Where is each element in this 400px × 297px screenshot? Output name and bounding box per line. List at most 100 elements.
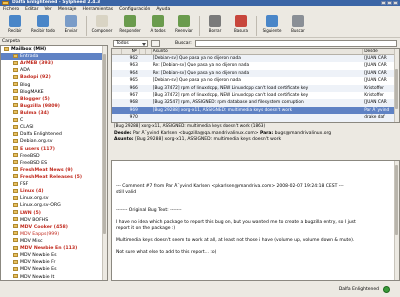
folder-item[interactable]: Badopi (92) (1, 74, 107, 81)
folder-item[interactable]: MDV BOFHS (1, 217, 107, 224)
folder-item[interactable]: Bugzilla (9809) (1, 103, 107, 110)
message-row[interactable]: 962 [Debian-sv] Que pasa ya no dijeron na… (112, 55, 399, 63)
column-mark[interactable] (112, 49, 122, 54)
mark-cell (112, 62, 122, 69)
folder-label: C (20, 118, 24, 124)
folder-icon (13, 60, 18, 65)
subject-cell: [Bug 32547] rpm, ASSIGNED: rpm database … (152, 100, 304, 106)
filter-options-button[interactable] (151, 40, 160, 47)
menu-configuracion[interactable]: Configuración (119, 6, 150, 13)
folder-item[interactable]: Linux.org.sv-ORG (1, 202, 107, 209)
message-row[interactable]: 964 Re: [Debian-sv] Que pasa ya no dijero… (112, 69, 399, 78)
folder-item[interactable]: FreeBSD ES (1, 160, 107, 167)
folder-item[interactable]: ArMEB (393) (1, 60, 107, 67)
folder-item[interactable]: MDV Misc (1, 238, 107, 245)
receive-all-icon (37, 15, 49, 27)
folder-item[interactable]: FreshMeat Releases (5) (1, 174, 107, 181)
folder-item[interactable]: Mailbox (MH) (1, 46, 107, 53)
folder-item[interactable]: FreshMeat News (9) (1, 167, 107, 174)
filter-combo[interactable]: Todos (113, 40, 148, 47)
maximize-icon[interactable] (387, 1, 392, 5)
folder-icon (13, 53, 18, 58)
message-row[interactable]: 968 [Bug 32547] rpm, ASSIGNED: rpm databa… (112, 99, 399, 107)
folder-icon (13, 245, 18, 250)
toolbar-button-2[interactable]: Enviar (58, 13, 84, 38)
folder-icon (13, 274, 18, 278)
folder-item[interactable]: C (1, 117, 107, 124)
menu-fichero[interactable]: Fichero (3, 6, 19, 13)
folder-icon (13, 174, 18, 179)
toolbar-label: Enviar (64, 28, 78, 33)
toolbar-button-4[interactable]: Responder (115, 13, 145, 38)
folder-item[interactable]: Bulma (34) (1, 110, 107, 117)
message-row[interactable]: 969 [Bug 29288] xorg-x11, ASSIGNED: multi… (112, 106, 399, 115)
message-list[interactable]: Nº Asunto Desde 962 [Debian-sv] Que pasa … (111, 48, 400, 123)
folder-item[interactable]: Blog (1, 82, 107, 89)
folder-icon (13, 138, 18, 143)
search-input[interactable] (194, 40, 397, 47)
message-body-scrollbar[interactable] (394, 161, 399, 280)
folder-item[interactable]: MDV Newbie En (113) (1, 245, 107, 252)
online-status-icon[interactable] (383, 286, 390, 293)
folder-item[interactable]: Entrada (1, 53, 107, 61)
compose-icon (96, 15, 108, 27)
menu-editar[interactable]: Editar (25, 6, 38, 13)
folder-item[interactable]: CLASI (1, 124, 107, 131)
folder-item[interactable]: LWN (5) (1, 210, 107, 217)
column-number[interactable]: Nº (122, 49, 140, 54)
mark-cell (112, 70, 122, 77)
folder-item[interactable]: MDV Newbie Es (1, 252, 107, 259)
folder-item[interactable]: MDV Eapps(999) (1, 231, 107, 238)
folder-icon (13, 252, 18, 257)
folder-label: Dalfa Enlightened (20, 132, 62, 138)
menu-ver[interactable]: Ver (44, 6, 51, 13)
folder-icon (13, 67, 18, 72)
column-subject[interactable]: Asunto (152, 49, 364, 54)
message-row[interactable]: 966 [Bug 37472] rpm of linuxdcpp, NEW Lin… (112, 84, 399, 92)
toolbar-button-0[interactable]: Recibir (2, 13, 28, 38)
message-list-scrollbar[interactable] (394, 49, 399, 122)
folder-item[interactable]: MDV Cooker (458) (1, 224, 107, 231)
folder-item[interactable]: Debian.org.sv (1, 138, 107, 145)
message-row[interactable]: 963 Re: [Debian-sv] Que pasa ya no dijero… (112, 62, 399, 69)
folder-item[interactable]: FSF (1, 181, 107, 188)
folder-item[interactable]: BlogMAKE (1, 89, 107, 96)
toolbar-button-5[interactable]: A todos (145, 13, 171, 38)
folder-item[interactable]: FreeBSD (1, 153, 107, 160)
toolbar-button-3[interactable]: Componer (89, 13, 115, 38)
folder-item[interactable]: E users (117) (1, 146, 107, 153)
folder-tree[interactable]: Mailbox (MH) Entrada ArMEB (393) ADA Badopi … (0, 45, 108, 281)
folder-item[interactable]: Linux.org.sv (1, 195, 107, 202)
folder-item[interactable]: Blogger (5) (1, 96, 107, 103)
folder-item[interactable]: Linux (4) (1, 188, 107, 195)
message-row[interactable]: 967 [Bug 37472] rpm of linuxdcpp, NEW Lin… (112, 92, 399, 99)
toolbar-button-1[interactable]: Recibir todo (28, 13, 58, 38)
folder-item[interactable]: ADA (1, 67, 107, 74)
menu-mensaje[interactable]: Mensaje (58, 6, 77, 13)
message-row[interactable]: 970 drake daf (112, 114, 399, 122)
number-cell: 962 (129, 56, 138, 61)
menu-ayuda[interactable]: Ayuda (156, 6, 170, 13)
folder-item[interactable]: MDV Newbie Es (1, 266, 107, 273)
folder-scrollbar[interactable] (102, 46, 107, 280)
folder-label: Badopi (92) (20, 75, 51, 81)
toolbar-button-10[interactable]: Buscar (285, 13, 311, 38)
menu-herramientas[interactable]: Herramientas (82, 6, 113, 13)
toolbar-button-8[interactable]: Basura (228, 13, 254, 38)
folder-item[interactable]: MDV Newbie It (1, 274, 107, 281)
mark-cell (112, 77, 122, 84)
number-cell: 967 (129, 92, 138, 98)
close-icon[interactable] (393, 1, 398, 5)
to-value: bugs@mandrivalinux.org (274, 131, 332, 136)
delete-icon (209, 15, 221, 27)
subject-cell: Re: [Debian-sv] Que pasa ya no dijeron n… (152, 70, 250, 76)
folder-item[interactable]: Dalfa Enlightened (1, 131, 107, 138)
toolbar-button-7[interactable]: Borrar (202, 13, 228, 38)
toolbar-label: Reenviar (175, 28, 193, 33)
message-row[interactable]: 965 [Debian-sv] Que pasa ya no dijeron na… (112, 77, 399, 84)
minimize-icon[interactable] (381, 1, 386, 5)
folder-item[interactable]: MDV Newbie Fr (1, 259, 107, 266)
toolbar-button-9[interactable]: Siguiente (259, 13, 285, 38)
toolbar-button-6[interactable]: Reenviar (171, 13, 197, 38)
message-body[interactable]: --- Comment #7 from Par Ã¯yvind Karlsen … (111, 160, 400, 281)
